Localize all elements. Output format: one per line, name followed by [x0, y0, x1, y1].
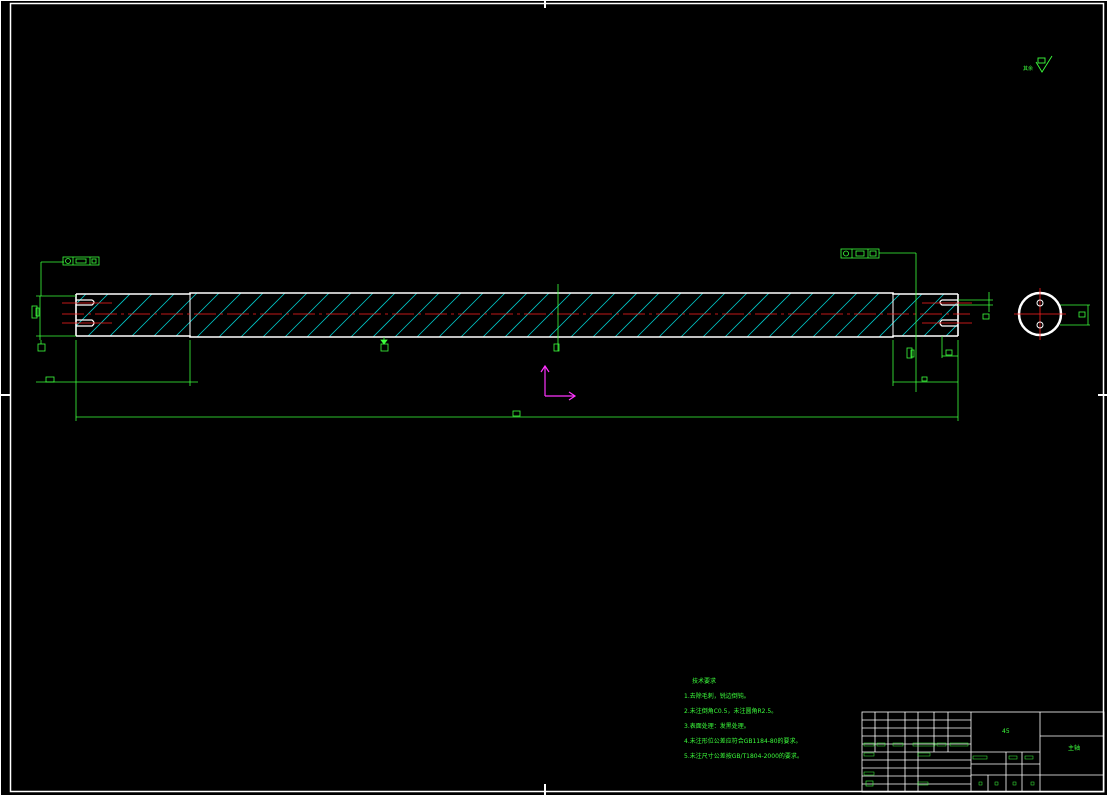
tech-req-item-4: 4.未注形位公差应符合GB1184-80的要求。: [684, 738, 802, 745]
part-name-text: 主轴: [1068, 744, 1080, 752]
section-hatching: [76, 293, 958, 337]
drawing-frame: [0, 0, 1108, 796]
technical-requirements: 技术要求 1.去除毛刺，锐边倒钝。 2.未注倒角C0.5，未注圆角R2.5。 3…: [684, 674, 803, 764]
material-text: 45: [1002, 728, 1010, 735]
title-block-small-text: [863, 742, 1035, 787]
tech-req-item-5: 5.未注尺寸公差按GB/T1804-2000的要求。: [684, 753, 803, 760]
tech-req-item-2: 2.未注倒角C0.5，未注圆角R2.5。: [684, 708, 778, 715]
surface-roughness-icon: [1035, 55, 1053, 73]
section-view: [1014, 288, 1066, 340]
cad-drawing: 其余 45 主轴: [0, 0, 1108, 796]
roughness-label: 其余: [1023, 65, 1033, 72]
tech-req-item-1: 1.去除毛刺，锐边倒钝。: [684, 693, 750, 700]
shaft-outline: [75, 292, 959, 338]
dimension-lines: [31, 248, 1090, 421]
ucs-icon: [540, 364, 577, 401]
title-block: [861, 711, 1105, 793]
tech-req-item-3: 3.表面处理：发黑处理。: [684, 723, 750, 730]
technical-requirements-heading: 技术要求: [692, 678, 717, 685]
